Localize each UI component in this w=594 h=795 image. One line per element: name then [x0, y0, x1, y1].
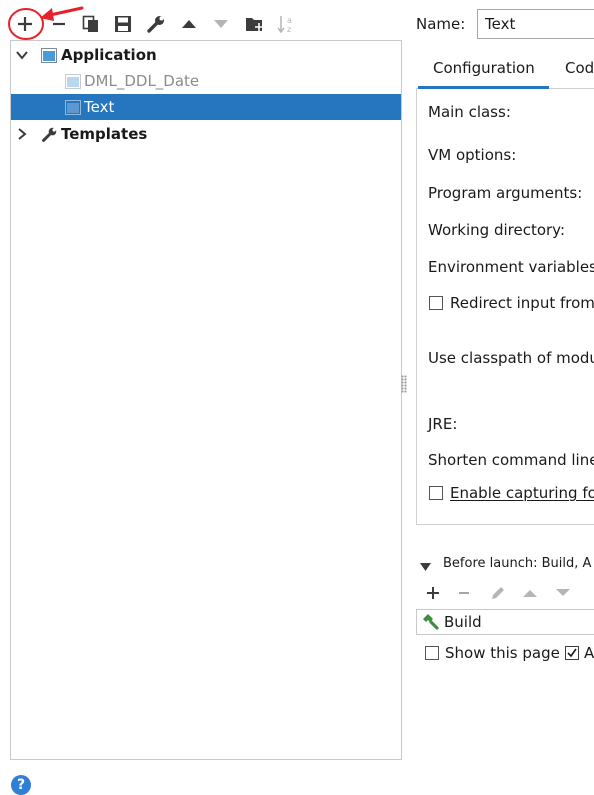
tree-label-application: Application	[61, 46, 157, 64]
jre-label: JRE:	[428, 415, 458, 433]
remove-task-icon[interactable]	[456, 585, 472, 605]
activate-tool-window-label: A	[584, 644, 594, 662]
enable-capturing-checkbox[interactable]	[429, 486, 443, 500]
enable-capturing-label: Enable capturing for	[450, 484, 594, 502]
environment-variables-label: Environment variables:	[428, 258, 594, 276]
tree-node-application[interactable]: Application	[11, 42, 401, 68]
chevron-right-icon[interactable]	[15, 127, 29, 145]
shorten-command-line-label: Shorten command line	[428, 451, 594, 469]
show-this-page-label: Show this page	[445, 644, 560, 662]
tree-node-text[interactable]: Text	[11, 94, 401, 120]
application-config-icon	[65, 100, 81, 119]
wrench-icon[interactable]	[143, 11, 169, 37]
program-arguments-label: Program arguments:	[428, 184, 583, 202]
task-build-label: Build	[444, 613, 482, 631]
annotation-circle-arrow-icon	[8, 6, 84, 40]
tree-node-templates[interactable]: Templates	[11, 121, 401, 147]
working-directory-label: Working directory:	[428, 221, 566, 239]
redirect-input-checkbox[interactable]	[429, 296, 443, 310]
main-class-label: Main class:	[428, 103, 511, 121]
help-icon[interactable]: ?	[11, 775, 31, 795]
edit-task-icon[interactable]	[489, 584, 507, 606]
hammer-icon	[421, 613, 439, 635]
add-task-icon[interactable]	[425, 585, 441, 605]
name-label: Name:	[416, 15, 466, 33]
collapse-triangle-icon[interactable]	[420, 558, 431, 576]
use-classpath-label: Use classpath of modul	[428, 349, 594, 367]
application-config-icon	[65, 74, 81, 93]
application-config-icon	[41, 48, 57, 67]
redirect-input-label: Redirect input from	[450, 294, 594, 312]
move-down-icon[interactable]	[208, 11, 234, 37]
before-launch-list[interactable]: Build	[416, 609, 594, 635]
tree-label-templates: Templates	[61, 125, 148, 143]
show-this-page-checkbox[interactable]	[425, 646, 439, 660]
tree-label-dml-ddl-date: DML_DDL_Date	[84, 72, 200, 90]
tree-node-dml-ddl-date[interactable]: DML_DDL_Date	[11, 68, 401, 94]
tab-configuration[interactable]: Configuration	[418, 52, 549, 89]
wrench-icon	[41, 126, 58, 147]
tree-label-text: Text	[84, 98, 115, 116]
before-launch-title: Before launch: Build, A	[443, 556, 592, 571]
splitter-handle[interactable]	[401, 375, 407, 393]
name-input-value: Text	[485, 15, 516, 33]
chevron-down-icon[interactable]	[15, 48, 29, 66]
name-input[interactable]: Text	[477, 9, 594, 39]
list-item[interactable]: Build	[417, 610, 594, 634]
checkmark-icon	[567, 648, 577, 658]
tab-code-label: Cod	[565, 59, 594, 77]
save-icon[interactable]	[110, 11, 136, 37]
move-up-icon[interactable]	[176, 11, 202, 37]
svg-text:a: a	[287, 16, 292, 25]
new-folder-icon[interactable]	[242, 11, 268, 37]
activate-tool-window-checkbox[interactable]	[565, 646, 579, 660]
tab-configuration-label: Configuration	[433, 59, 535, 77]
svg-text:z: z	[287, 25, 291, 34]
move-task-up-icon[interactable]	[522, 586, 538, 604]
sort-alpha-icon[interactable]: az	[274, 11, 300, 37]
tab-code-coverage[interactable]: Cod	[560, 52, 594, 89]
vm-options-label: VM options:	[428, 146, 517, 164]
run-configurations-tree[interactable]: Application DML_DDL_Date Text Templates	[10, 40, 402, 760]
move-task-down-icon[interactable]	[555, 586, 571, 604]
